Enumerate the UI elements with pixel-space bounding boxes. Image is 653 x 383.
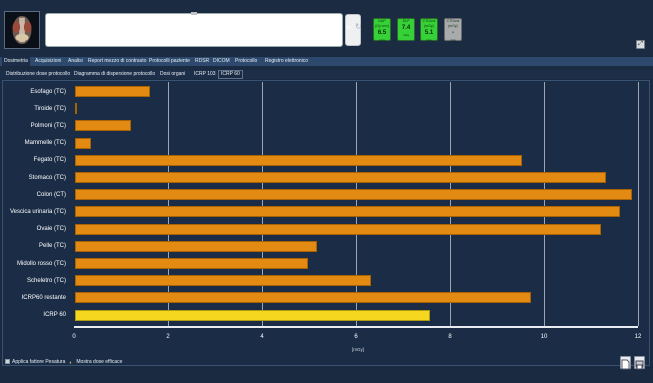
tab-icrp-103[interactable]: ICRP 103: [192, 70, 218, 79]
dose-box-ctdi-empty[interactable]: CTDIvol (mGy) - mGy: [444, 18, 462, 42]
gridline: [638, 82, 639, 326]
bar[interactable]: [75, 258, 308, 269]
notes-textbox[interactable]: [45, 12, 343, 47]
gridline: [168, 82, 169, 326]
bar[interactable]: [75, 137, 92, 149]
bar-chart: [74, 82, 639, 328]
category-label: Polmoni (TC): [30, 122, 66, 129]
bar[interactable]: [75, 275, 372, 287]
bar[interactable]: [75, 86, 151, 97]
category-label: ICRP60 restante: [21, 294, 66, 301]
tab-analisi[interactable]: Analisi: [66, 57, 85, 66]
x-axis: [74, 326, 638, 328]
tab-dosi-organi[interactable]: Dosi organi: [158, 70, 187, 79]
printer-icon: [635, 360, 644, 370]
category-label: Tiroide (TC): [34, 105, 66, 112]
tab-dicom[interactable]: DICOM: [211, 57, 232, 66]
effective-dose-label: Mostra dose efficace: [76, 359, 123, 365]
expand-icon: ⤢: [638, 41, 643, 47]
tab-report-contrasto[interactable]: Report mezzo di contrasto: [86, 57, 148, 66]
category-label: Stomaco (TC): [28, 174, 66, 181]
category-label: Fegato (TC): [33, 157, 66, 164]
x-tick-label: 2: [166, 334, 170, 340]
tab-dosimetria[interactable]: Dosimetria: [2, 57, 30, 66]
x-tick-label: 10: [540, 334, 548, 340]
category-label: ICRP 60: [43, 312, 66, 319]
bar[interactable]: [75, 154, 522, 166]
tab-protocolli-paziente[interactable]: Protocolli paziente: [147, 57, 192, 66]
main-tab-bar: Dosimetria Acquisizioni Analisi Report m…: [0, 57, 653, 66]
x-tick-label: 0: [72, 334, 76, 340]
tab-icrp-60[interactable]: ICRP 60: [218, 70, 243, 79]
effective-dose-icon[interactable]: ◐: [69, 359, 74, 366]
category-label: Scheletro (TC): [26, 277, 66, 284]
category-label: Vescica urinaria (TC): [9, 208, 66, 215]
tab-registro-elettronico[interactable]: Registro elettronico: [263, 57, 310, 66]
bar[interactable]: [75, 292, 531, 304]
print-button[interactable]: [634, 356, 645, 370]
bar[interactable]: [75, 206, 621, 218]
document-icon: [621, 359, 630, 370]
sidecard-label: 5e: [346, 25, 352, 31]
link-icon[interactable]: ↻: [355, 22, 365, 34]
gridline: [450, 82, 451, 326]
expand-button[interactable]: ⤢: [636, 40, 645, 49]
sub-tab-bar: Distribuzione dose protocollo Diagramma …: [0, 70, 653, 79]
x-tick-label: 6: [354, 334, 358, 340]
tab-rdsr[interactable]: RDSR: [193, 57, 211, 66]
tab-distribuzione-dose[interactable]: Distribuzione dose protocollo: [4, 70, 72, 79]
top-header: 5e ↻ DAP (Gy·cm²) 6.5 mGy DLP 7.4 mGy CT…: [0, 0, 653, 56]
x-tick-label: 8: [448, 334, 452, 340]
x-axis-label: [mGy]: [352, 347, 364, 352]
category-label: Colon (CT): [36, 191, 66, 198]
export-button[interactable]: [620, 356, 631, 370]
gridline: [544, 82, 545, 326]
tab-protocollo[interactable]: Protocollo: [233, 57, 259, 66]
bar[interactable]: [75, 223, 602, 235]
gridline: [356, 82, 357, 326]
category-label: Ovaie (TC): [36, 226, 66, 233]
bar[interactable]: [75, 103, 78, 115]
category-label: Pelle (TC): [38, 243, 66, 250]
bar[interactable]: [75, 309, 430, 321]
category-label: Esofago (TC): [30, 88, 66, 95]
x-tick-label: 12: [634, 334, 642, 340]
category-label: Mammelle (TC): [24, 140, 66, 147]
dose-box-ctdi[interactable]: CTDIvol (mGy) 5.1 mGy: [420, 18, 438, 42]
bar[interactable]: [75, 240, 318, 252]
dose-box-dap[interactable]: DAP (Gy·cm²) 6.5 mGy: [373, 18, 391, 42]
weighting-checkbox[interactable]: [5, 359, 10, 365]
category-label: Midollo rosso (TC): [16, 260, 66, 267]
dose-box-dlp[interactable]: DLP 7.4 mGy: [397, 18, 415, 41]
patient-thumbnail[interactable]: [4, 11, 40, 49]
bar[interactable]: [75, 189, 632, 201]
tab-diagramma-dispersione[interactable]: Diagramma di dispersione protocollo: [72, 70, 157, 79]
bar[interactable]: [75, 120, 132, 132]
footer-options: Applica fattore Pesatura ◐ Mostra dose eff…: [5, 358, 122, 366]
x-tick-label: 4: [260, 334, 264, 340]
weighting-checkbox-label: Applica fattore Pesatura: [12, 359, 66, 365]
tab-acquisizioni[interactable]: Acquisizioni: [33, 57, 63, 66]
bar[interactable]: [75, 172, 607, 183]
gridline: [262, 82, 263, 326]
